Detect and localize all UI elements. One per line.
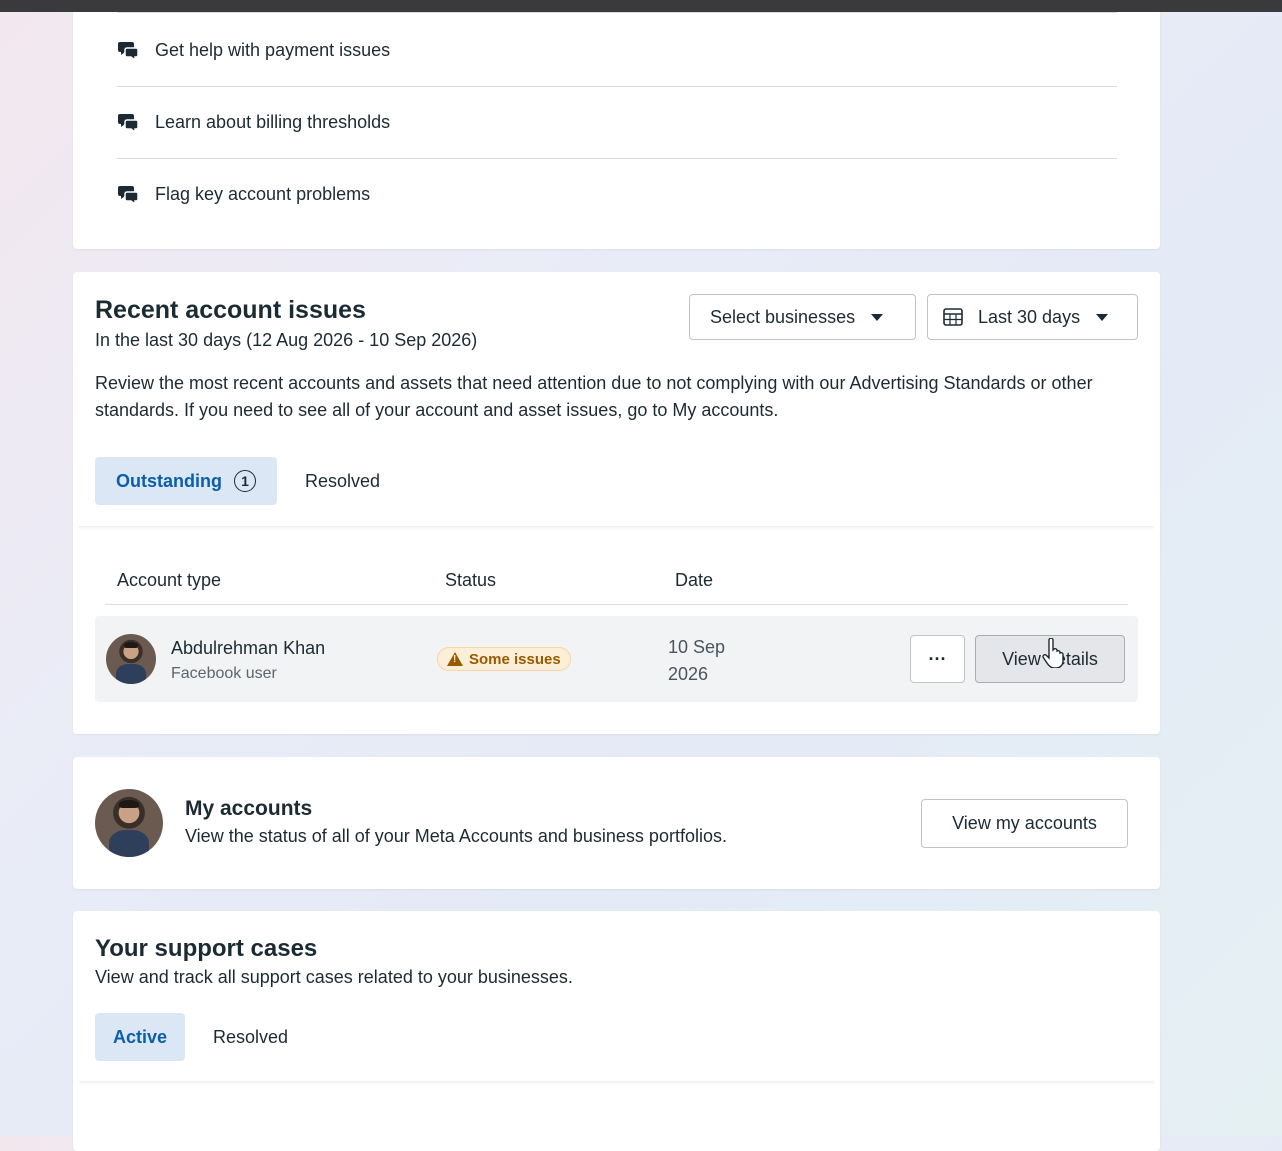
section-title: Recent account issues: [95, 296, 366, 324]
issues-description: Review the most recent accounts and asse…: [95, 373, 1093, 420]
divider: [79, 1081, 1154, 1085]
divider: [105, 604, 1128, 605]
tab-label: Outstanding: [116, 470, 222, 491]
warning-icon: [447, 652, 463, 666]
account-type: Facebook user: [171, 665, 277, 682]
tab-resolved[interactable]: Resolved: [213, 1013, 288, 1061]
help-link-label: Flag key account problems: [155, 183, 371, 204]
help-link-label: Get help with payment issues: [155, 39, 391, 60]
chat-bubbles-icon: [117, 110, 141, 134]
avatar: [95, 789, 163, 857]
my-accounts-title: My accounts: [185, 797, 313, 820]
support-description: View and track all support cases related…: [95, 967, 573, 987]
help-link-payment[interactable]: Get help with payment issues: [117, 14, 1117, 87]
count-badge: 1: [234, 470, 256, 492]
tab-resolved[interactable]: Resolved: [305, 457, 380, 505]
date-line: 10 Sep: [668, 637, 726, 657]
support-cases-card: Your support cases View and track all su…: [73, 911, 1160, 1151]
my-accounts-card: My accounts View the status of all of yo…: [73, 757, 1160, 889]
tab-label: Resolved: [305, 470, 381, 491]
divider: [117, 12, 1117, 13]
more-options-button[interactable]: ···: [910, 635, 965, 683]
chat-bubbles-icon: [117, 38, 141, 62]
date-line: 2026: [668, 664, 709, 684]
window-top-bar: [0, 0, 1282, 12]
tab-active[interactable]: Active: [95, 1013, 185, 1061]
avatar: [106, 634, 156, 684]
issue-date: 10 Sep 2026: [668, 634, 725, 688]
caret-down-icon: [871, 313, 884, 321]
tab-label: Active: [112, 1026, 168, 1047]
column-header-account-type: Account type: [117, 570, 222, 590]
status-label: Some issues: [469, 650, 561, 668]
status-badge: Some issues: [437, 647, 571, 671]
caret-down-icon: [1096, 313, 1109, 321]
help-link-billing[interactable]: Learn about billing thresholds: [117, 86, 1117, 159]
column-header-status: Status: [445, 570, 497, 590]
chat-bubbles-icon: [117, 182, 141, 206]
section-title: Your support cases: [95, 935, 318, 962]
hand-cursor-icon: [1042, 637, 1066, 673]
calendar-icon: [942, 306, 964, 328]
tab-outstanding[interactable]: Outstanding 1: [95, 457, 277, 505]
dropdown-label: Last 30 days: [978, 306, 1081, 327]
column-header-date: Date: [675, 570, 714, 590]
select-businesses-dropdown[interactable]: Select businesses: [689, 294, 916, 340]
dropdown-label: Select businesses: [710, 306, 856, 327]
date-range-dropdown[interactable]: Last 30 days: [927, 294, 1138, 340]
help-link-flag[interactable]: Flag key account problems: [117, 158, 1117, 230]
date-range-subtitle: In the last 30 days (12 Aug 2026 - 10 Se…: [95, 330, 478, 350]
recent-account-issues-card: Recent account issues In the last 30 day…: [73, 272, 1160, 734]
tab-label: Resolved: [213, 1026, 289, 1047]
my-accounts-description: View the status of all of your Meta Acco…: [185, 826, 727, 846]
table-row: Abdulrehman Khan Facebook user Some issu…: [95, 616, 1138, 702]
account-name: Abdulrehman Khan: [171, 638, 326, 658]
view-my-accounts-button[interactable]: View my accounts: [921, 799, 1128, 848]
help-link-label: Learn about billing thresholds: [155, 111, 391, 132]
help-links-card: Get help with payment issues Learn about…: [73, 12, 1160, 249]
divider: [79, 526, 1154, 530]
